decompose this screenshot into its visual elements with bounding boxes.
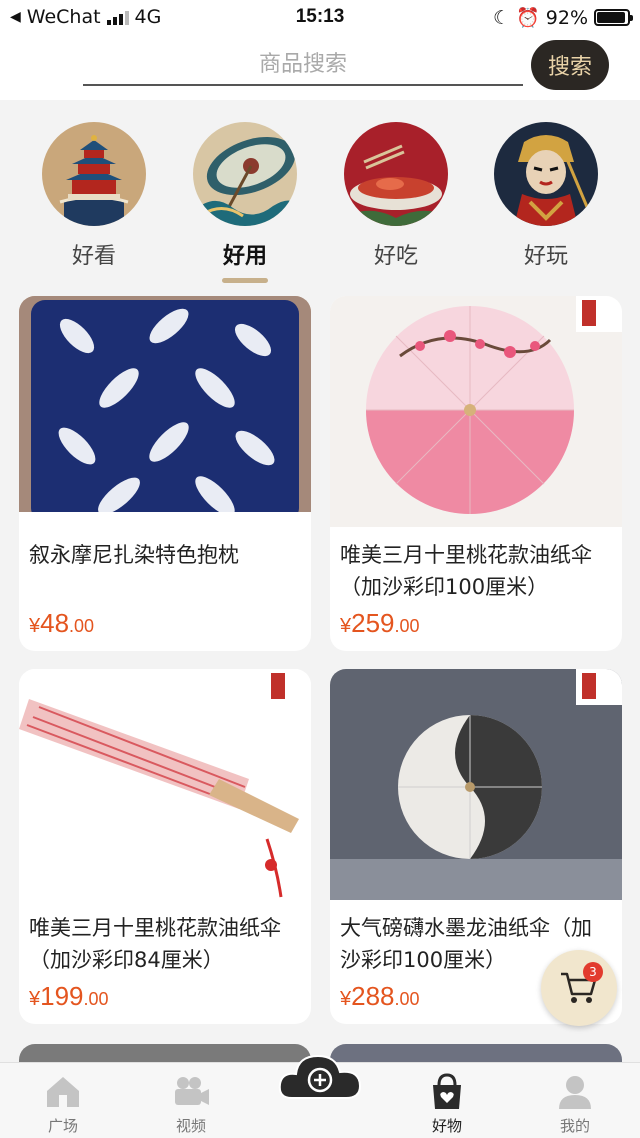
product-price: ¥48.00 [29, 608, 95, 638]
product-card[interactable]: 叙永摩尼扎染特色抱枕 ¥48.00 [19, 296, 311, 651]
product-price: ¥288.00 [340, 981, 420, 1011]
search-field-wrapper [83, 44, 523, 86]
tab-haowu[interactable]: 好物 [407, 1073, 487, 1136]
gift-bag-icon [433, 1073, 461, 1109]
product-title: 唯美三月十里桃花款油纸伞（加沙彩印84厘米） [29, 916, 281, 972]
category-haoyong[interactable]: 好用 [193, 122, 297, 283]
category-label: 好吃 [373, 244, 418, 269]
video-camera-icon [175, 1077, 209, 1105]
tab-guangchang[interactable]: 广场 [23, 1073, 103, 1136]
category-label: 好玩 [523, 244, 568, 269]
product-card[interactable]: 唯美三月十里桃花款油纸伞（加沙彩印100厘米） ¥259.00 [330, 296, 622, 651]
product-image [330, 296, 622, 527]
tab-shipin[interactable]: 视频 [151, 1073, 231, 1136]
product-image [330, 669, 622, 900]
food-icon [344, 122, 448, 226]
category-haowan[interactable]: 好玩 [494, 122, 598, 272]
product-price: ¥259.00 [340, 608, 420, 638]
status-bar: ◀ WeChat 4G 15:13 ☾ ⏰ 92% [0, 0, 640, 34]
moon-icon: ☾ [493, 6, 511, 29]
tab-label: 好物 [431, 1117, 462, 1135]
opera-icon [494, 122, 598, 226]
category-bar: 好看 好用 好吃 好玩 [0, 100, 640, 290]
tab-label: 我的 [559, 1117, 590, 1135]
user-icon [559, 1076, 591, 1109]
tab-label: 视频 [175, 1117, 206, 1135]
category-label: 好看 [71, 244, 116, 269]
product-image [19, 669, 311, 900]
tab-label: 广场 [47, 1117, 78, 1135]
search-header: 搜索 [0, 34, 640, 100]
umbrella-icon [193, 122, 297, 226]
cart-button[interactable]: 3 [541, 950, 617, 1026]
search-button[interactable]: 搜索 [531, 40, 609, 90]
active-category-underline [222, 278, 268, 283]
product-image [19, 296, 311, 527]
product-price: ¥199.00 [29, 981, 109, 1011]
cart-count-badge: 3 [583, 962, 603, 982]
category-label: 好用 [222, 244, 267, 269]
alarm-icon: ⏰ [516, 7, 540, 29]
product-title: 唯美三月十里桃花款油纸伞（加沙彩印100厘米） [340, 543, 592, 599]
tab-wode[interactable]: 我的 [535, 1073, 615, 1136]
battery-icon [594, 9, 633, 26]
search-input[interactable] [83, 44, 523, 84]
category-haokan[interactable]: 好看 [42, 122, 146, 272]
temple-icon [42, 122, 146, 226]
home-icon [47, 1077, 79, 1107]
plus-cloud-icon[interactable] [276, 1046, 364, 1108]
product-title: 叙永摩尼扎染特色抱枕 [29, 543, 239, 567]
category-haochi[interactable]: 好吃 [344, 122, 448, 272]
product-card[interactable]: 唯美三月十里桃花款油纸伞（加沙彩印84厘米） ¥199.00 [19, 669, 311, 1024]
battery-percent: 92% [545, 6, 588, 29]
